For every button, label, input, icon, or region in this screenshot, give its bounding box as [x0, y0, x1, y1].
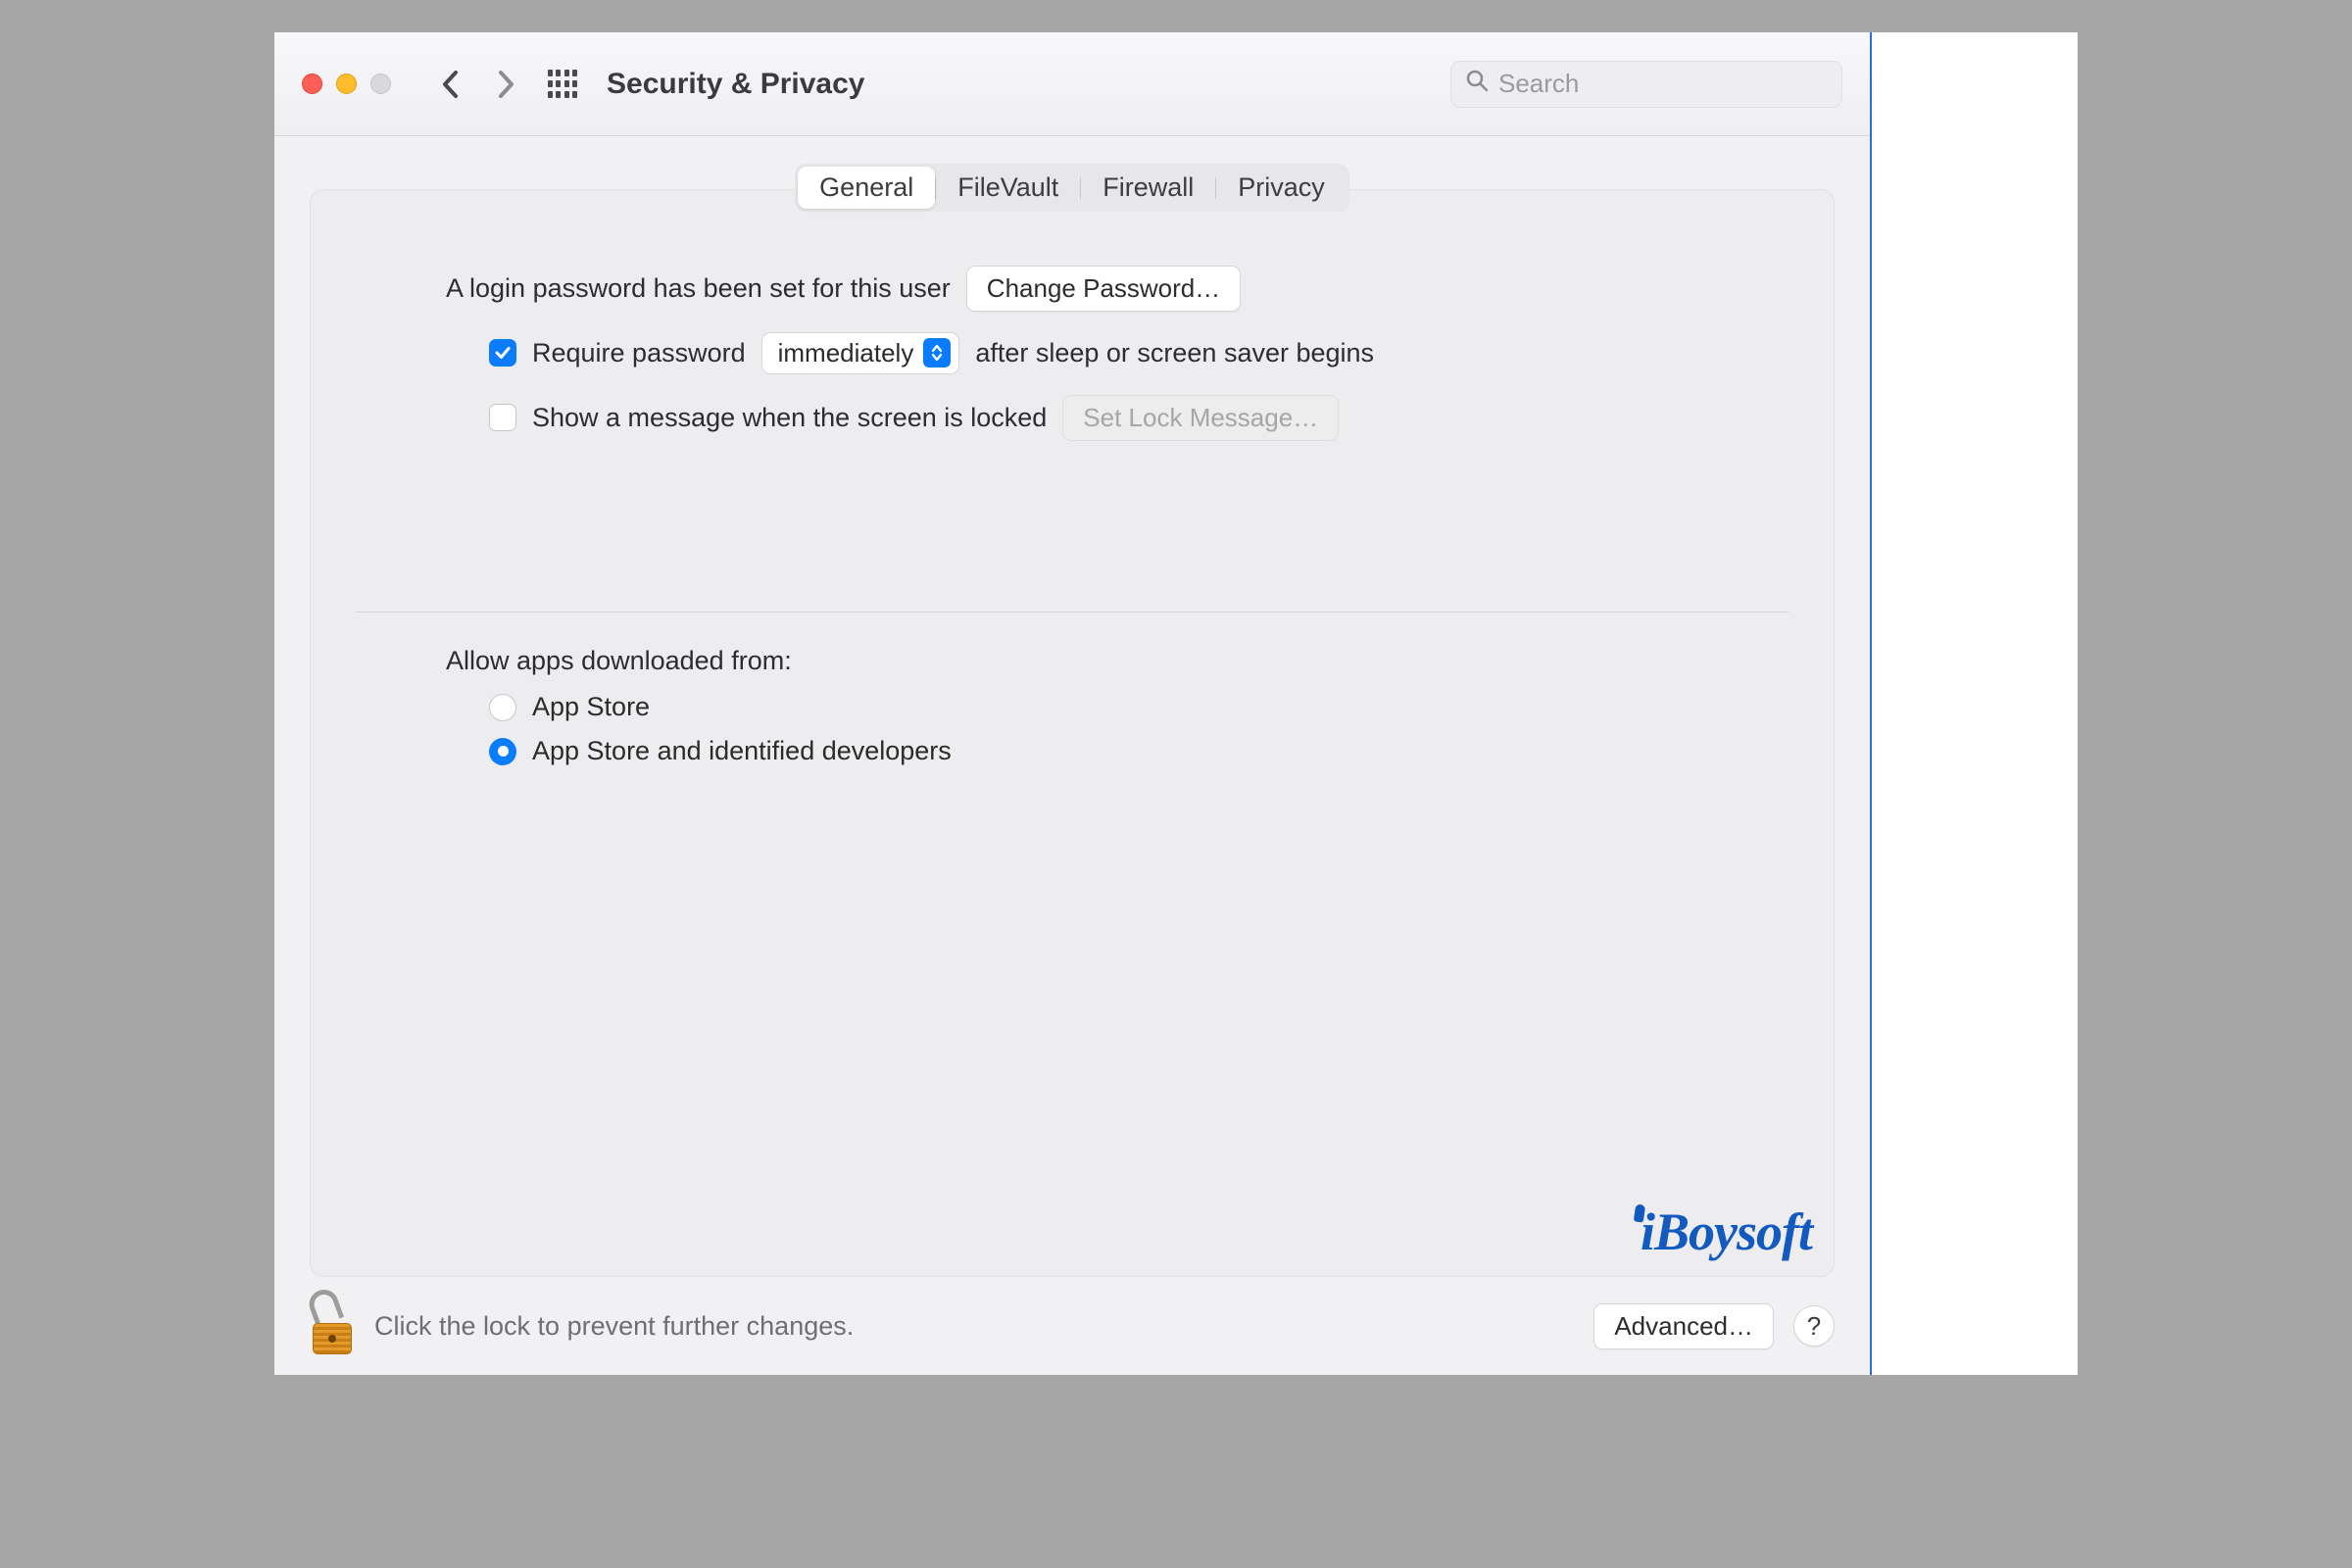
- window-toolbar: Security & Privacy: [274, 32, 1870, 136]
- allow-apps-heading: Allow apps downloaded from:: [446, 646, 1779, 676]
- change-password-button[interactable]: Change Password…: [966, 266, 1241, 312]
- show-lock-message-checkbox[interactable]: [489, 404, 516, 431]
- require-password-suffix: after sleep or screen saver begins: [975, 338, 1374, 368]
- lock-hint-label: Click the lock to prevent further change…: [374, 1311, 854, 1342]
- tab-bar: General FileVault Firewall Privacy: [795, 164, 1349, 212]
- login-password-set-label: A login password has been set for this u…: [446, 273, 951, 304]
- tab-filevault[interactable]: FileVault: [936, 167, 1080, 209]
- require-password-prefix: Require password: [532, 338, 746, 368]
- select-stepper-icon: [923, 338, 951, 368]
- back-button[interactable]: [430, 64, 471, 105]
- radio-icon: [489, 738, 516, 765]
- search-icon: [1465, 69, 1489, 99]
- allow-apps-option-app-store-identified[interactable]: App Store and identified developers: [489, 736, 1779, 766]
- lock-icon[interactable]: [310, 1298, 355, 1354]
- forward-button[interactable]: [485, 64, 526, 105]
- watermark: iBoysoft: [1635, 1201, 1812, 1262]
- allow-apps-section: Allow apps downloaded from: App Store Ap…: [366, 646, 1779, 766]
- tab-privacy[interactable]: Privacy: [1216, 167, 1347, 209]
- traffic-lights: [302, 74, 391, 94]
- tab-firewall[interactable]: Firewall: [1081, 167, 1215, 209]
- page-background: Security & Privacy General FileVault Fir…: [274, 32, 2078, 1375]
- allow-apps-option-app-store[interactable]: App Store: [489, 692, 1779, 722]
- show-all-preferences-icon[interactable]: [548, 70, 577, 99]
- zoom-window-button[interactable]: [370, 74, 391, 94]
- login-password-section: A login password has been set for this u…: [366, 261, 1779, 445]
- search-input[interactable]: [1498, 69, 1828, 99]
- advanced-button[interactable]: Advanced…: [1593, 1303, 1774, 1349]
- allow-apps-radio-group: App Store App Store and identified devel…: [446, 692, 1779, 766]
- radio-icon: [489, 694, 516, 721]
- preferences-window: Security & Privacy General FileVault Fir…: [274, 32, 1872, 1375]
- minimize-window-button[interactable]: [336, 74, 357, 94]
- window-title: Security & Privacy: [607, 68, 864, 101]
- allow-apps-option-label: App Store: [532, 692, 650, 722]
- show-lock-message-label: Show a message when the screen is locked: [532, 403, 1047, 433]
- tab-general[interactable]: General: [798, 167, 935, 209]
- require-password-delay-select[interactable]: immediately: [761, 332, 960, 374]
- window-footer: Click the lock to prevent further change…: [274, 1277, 1870, 1375]
- require-password-delay-value: immediately: [778, 338, 914, 368]
- window-body: General FileVault Firewall Privacy A log…: [274, 136, 1870, 1277]
- search-field[interactable]: [1450, 61, 1842, 108]
- require-password-checkbox[interactable]: [489, 339, 516, 367]
- close-window-button[interactable]: [302, 74, 322, 94]
- help-button[interactable]: ?: [1793, 1305, 1835, 1347]
- allow-apps-option-label: App Store and identified developers: [532, 736, 952, 766]
- general-pane: A login password has been set for this u…: [310, 189, 1835, 1277]
- set-lock-message-button: Set Lock Message…: [1062, 395, 1339, 441]
